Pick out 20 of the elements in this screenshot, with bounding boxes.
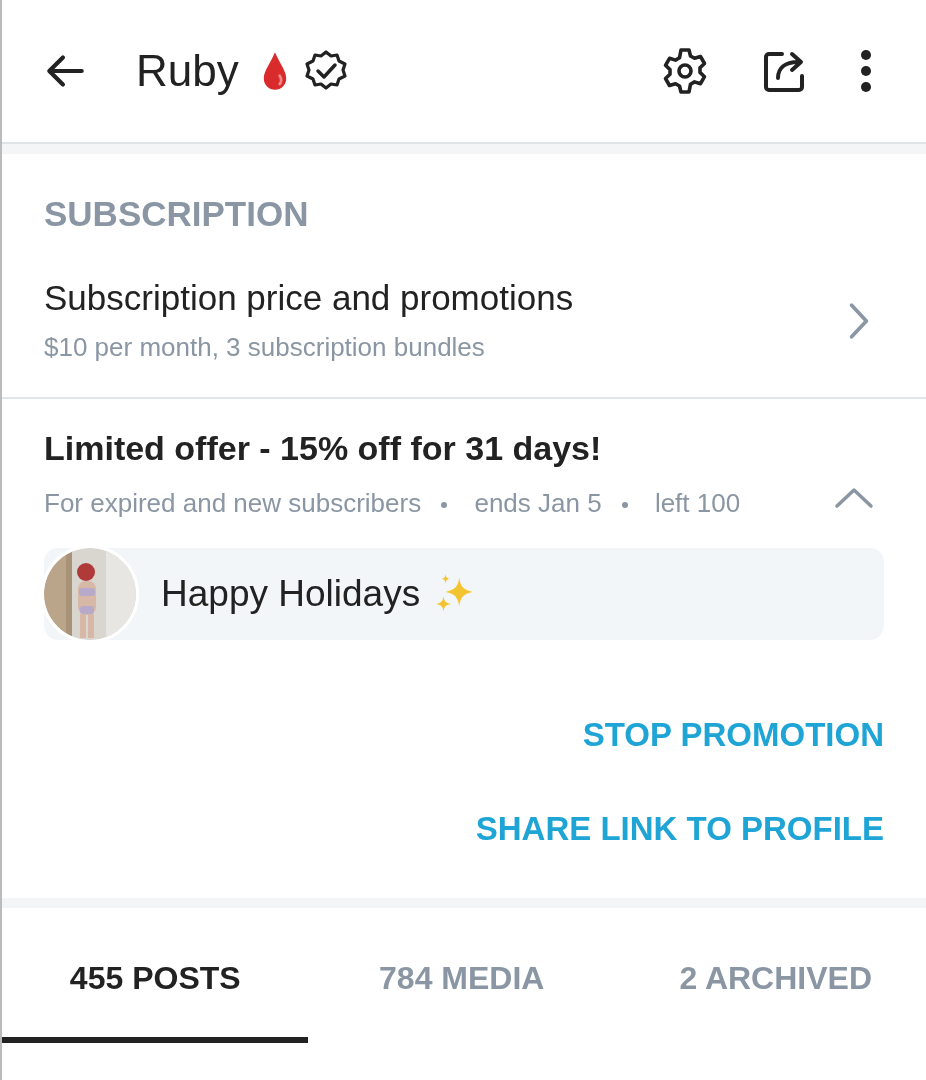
- offer-detail: ends Jan 5: [474, 488, 602, 518]
- separator-dot-icon: [441, 502, 448, 509]
- action-link-button[interactable]: STOP PROMOTION: [582, 716, 884, 754]
- section-heading: SUBSCRIPTION: [44, 194, 310, 234]
- row-title: Subscription price and promotions: [44, 278, 575, 318]
- promo-message: Happy Holidays: [161, 573, 421, 615]
- row-subtitle: $10 per month, 3 subscription bundles: [44, 332, 486, 363]
- tab[interactable]: 455 POSTS: [2, 952, 309, 1043]
- subscription-price-row[interactable]: Subscription price and promotions $10 per month, 3 subscription bundles: [2, 234, 926, 399]
- tab[interactable]: 784 MEDIA: [308, 952, 615, 1043]
- offer-detail: left 100: [654, 488, 741, 518]
- chevron-right-icon: [848, 301, 870, 340]
- profile-name: Ruby: [136, 46, 239, 96]
- offer-title: Limited offer - 15% off for 31 days!: [44, 429, 603, 468]
- more-options-icon[interactable]: [860, 49, 872, 93]
- chevron-up-icon[interactable]: [834, 487, 874, 509]
- tab[interactable]: 2 ARCHIVED: [614, 952, 872, 1043]
- action-link-button[interactable]: SHARE LINK TO PROFILE: [475, 810, 884, 848]
- offer-detail: For expired and new subscribers: [44, 488, 422, 518]
- separator-dot-icon: [621, 502, 628, 509]
